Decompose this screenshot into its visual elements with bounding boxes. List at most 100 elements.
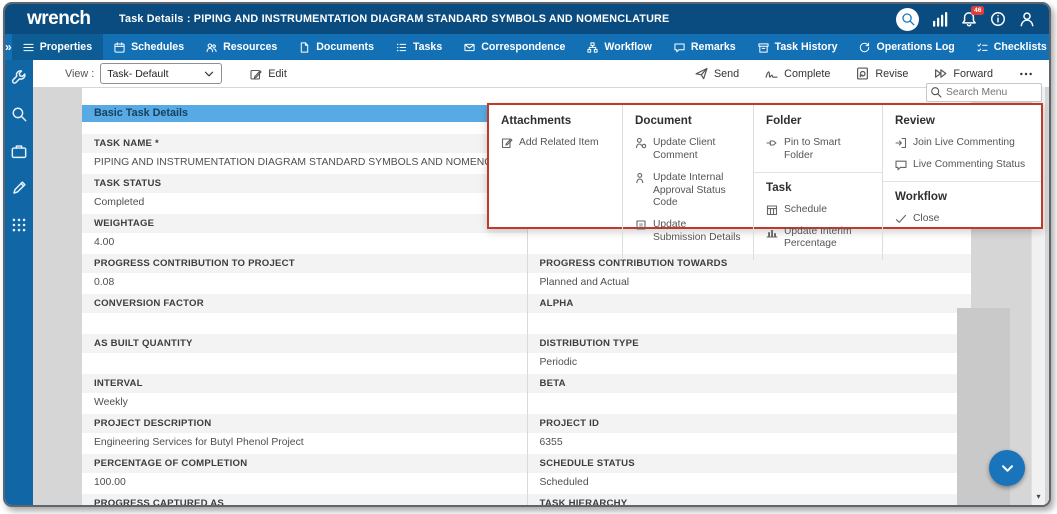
- stats-icon[interactable]: [932, 11, 948, 27]
- toolbar-actions: Send Complete Revise Forward: [695, 67, 1033, 81]
- menu-item-update-submission-details[interactable]: Update Submission Details: [635, 219, 741, 245]
- field-label-conversion-factor: CONVERSION FACTOR: [82, 294, 527, 313]
- scroll-to-bottom-button[interactable]: [989, 450, 1025, 486]
- tab-label: Workflow: [604, 41, 651, 53]
- fields-column-left: TASK NAME *PIPING AND INSTRUMENTATION DI…: [82, 134, 527, 505]
- square-icon: [635, 219, 647, 231]
- field-value-task-status: Completed: [82, 193, 527, 214]
- search-icon[interactable]: [896, 8, 919, 31]
- tab-label: Documents: [316, 41, 374, 53]
- view-select[interactable]: Task- Default: [100, 63, 222, 84]
- menu-column: Review Join Live Commenting Live Commentin…: [882, 105, 1041, 260]
- action-label: Forward: [953, 68, 993, 80]
- menu-group-title: Folder: [766, 114, 870, 127]
- chevron-down-icon: [203, 68, 215, 80]
- tab-checklists[interactable]: Checklists: [966, 34, 1051, 60]
- menu-item-schedule[interactable]: Schedule: [766, 204, 870, 217]
- toolbar: View : Task- Default Edit Send Complete Re…: [33, 60, 1049, 88]
- field-value-alpha: [528, 313, 972, 334]
- menu-item-label: Close: [913, 213, 939, 226]
- tab-label: Checklists: [994, 41, 1047, 53]
- tab-label: Resources: [223, 41, 277, 53]
- field-label-task-hierarchy: TASK HIERARCHY: [528, 494, 972, 505]
- more-actions-button[interactable]: [1019, 67, 1033, 81]
- menu-search: [926, 82, 1042, 101]
- tab-schedules[interactable]: Schedules: [103, 34, 195, 60]
- history-icon: [859, 42, 870, 53]
- field-value-beta: [528, 393, 972, 414]
- tab-operations-log[interactable]: Operations Log: [848, 34, 965, 60]
- menu-item-label: Pin to Smart Folder: [784, 137, 870, 163]
- briefcase-icon[interactable]: [11, 143, 27, 159]
- field-value-as-built-quantity: [82, 353, 527, 374]
- menu-group-title: Workflow: [895, 190, 1029, 203]
- bar-chart-icon: [766, 226, 778, 238]
- tab-resources[interactable]: Resources: [195, 34, 288, 60]
- menu-column: FolderPin to Smart FolderTaskScheduleUpd…: [753, 105, 882, 260]
- tab-remarks[interactable]: Remarks: [663, 34, 747, 60]
- field-label-task-status: TASK STATUS: [82, 174, 527, 193]
- menu-item-add-related-item[interactable]: Add Related Item: [501, 137, 610, 150]
- menu-group-title: Review: [895, 114, 1029, 127]
- tab-documents[interactable]: Documents: [288, 34, 385, 60]
- signature-icon: [765, 67, 778, 80]
- wrench-icon[interactable]: [11, 69, 27, 85]
- view-label: View :: [65, 68, 94, 80]
- tab-properties[interactable]: Properties: [12, 34, 103, 60]
- revise-button[interactable]: Revise: [856, 67, 908, 80]
- field-label-interval: INTERVAL: [82, 374, 527, 393]
- tab-task-history[interactable]: Task History: [747, 34, 849, 60]
- search-icon[interactable]: [11, 106, 27, 122]
- check-icon: [895, 213, 907, 225]
- field-label-progress-contribution-to-project: PROGRESS CONTRIBUTION TO PROJECT: [82, 254, 527, 273]
- menu-group-title: Attachments: [501, 114, 610, 127]
- field-label-distribution-type: DISTRIBUTION TYPE: [528, 334, 972, 353]
- menu-item-update-client-comment[interactable]: Update Client Comment: [635, 137, 741, 163]
- navbar: » PropertiesSchedules Resources Documents T…: [5, 34, 1049, 60]
- join-icon: [895, 137, 907, 149]
- field-value-project-description: Engineering Services for Butyl Phenol Pr…: [82, 433, 527, 454]
- menu-item-label: Update Submission Details: [653, 219, 741, 245]
- document-icon: [299, 42, 310, 53]
- menu-item-update-interim-percentage[interactable]: Update Interim Percentage: [766, 226, 870, 252]
- person-icon: [635, 172, 647, 184]
- field-label-percentage-of-completion: PERCENTAGE OF COMPLETION: [82, 454, 527, 473]
- field-label-alpha: ALPHA: [528, 294, 972, 313]
- scroll-down-arrow[interactable]: ▾: [1032, 492, 1045, 501]
- sidebar: [5, 60, 33, 505]
- menu-item-close[interactable]: Close: [895, 213, 1029, 226]
- screenshot-canvas: wrench Task Details : PIPING AND INSTRUM…: [0, 0, 1057, 514]
- people-icon: [206, 42, 217, 53]
- tab-correspondence[interactable]: Correspondence: [453, 34, 576, 60]
- send-button[interactable]: Send: [695, 67, 739, 80]
- tab-label: Operations Log: [876, 41, 954, 53]
- menu-item-pin-to-smart-folder[interactable]: Pin to Smart Folder: [766, 137, 870, 163]
- info-icon[interactable]: [990, 11, 1006, 27]
- complete-button[interactable]: Complete: [765, 67, 830, 80]
- forward-button[interactable]: Forward: [934, 67, 993, 80]
- edit-button[interactable]: Edit: [250, 68, 287, 80]
- notifications-bell-icon[interactable]: 46: [961, 11, 977, 27]
- apps-grid-icon[interactable]: [11, 217, 27, 233]
- menu-search-input[interactable]: [926, 83, 1042, 102]
- tab-tasks[interactable]: Tasks: [385, 34, 453, 60]
- envelope-icon: [464, 42, 475, 53]
- chat-icon: [674, 42, 685, 53]
- menu-item-live-commenting-status[interactable]: Live Commenting Status: [895, 159, 1029, 172]
- notification-badge: 46: [971, 6, 984, 15]
- field-label-progress-captured-as: PROGRESS CAPTURED AS: [82, 494, 527, 505]
- menu-item-update-internal-approval-status-code[interactable]: Update Internal Approval Status Code: [635, 172, 741, 211]
- field-value-conversion-factor: [82, 313, 527, 334]
- tab-workflow[interactable]: Workflow: [576, 34, 662, 60]
- menu-item-join-live-commenting[interactable]: Join Live Commenting: [895, 137, 1029, 150]
- pin-icon: [766, 137, 778, 149]
- field-value-weightage: 4.00: [82, 233, 527, 254]
- pencil-icon[interactable]: [11, 180, 27, 196]
- tab-label: Remarks: [691, 41, 736, 53]
- field-label-schedule-status: SCHEDULE STATUS: [528, 454, 972, 473]
- topbar: wrench Task Details : PIPING AND INSTRUM…: [5, 4, 1049, 34]
- expand-sidebar-icon[interactable]: »: [5, 34, 12, 60]
- user-icon[interactable]: [1019, 11, 1035, 27]
- task-actions-menu: AttachmentsAdd Related ItemDocumentUpdat…: [487, 103, 1043, 229]
- page-title: Task Details : PIPING AND INSTRUMENTATIO…: [119, 13, 669, 25]
